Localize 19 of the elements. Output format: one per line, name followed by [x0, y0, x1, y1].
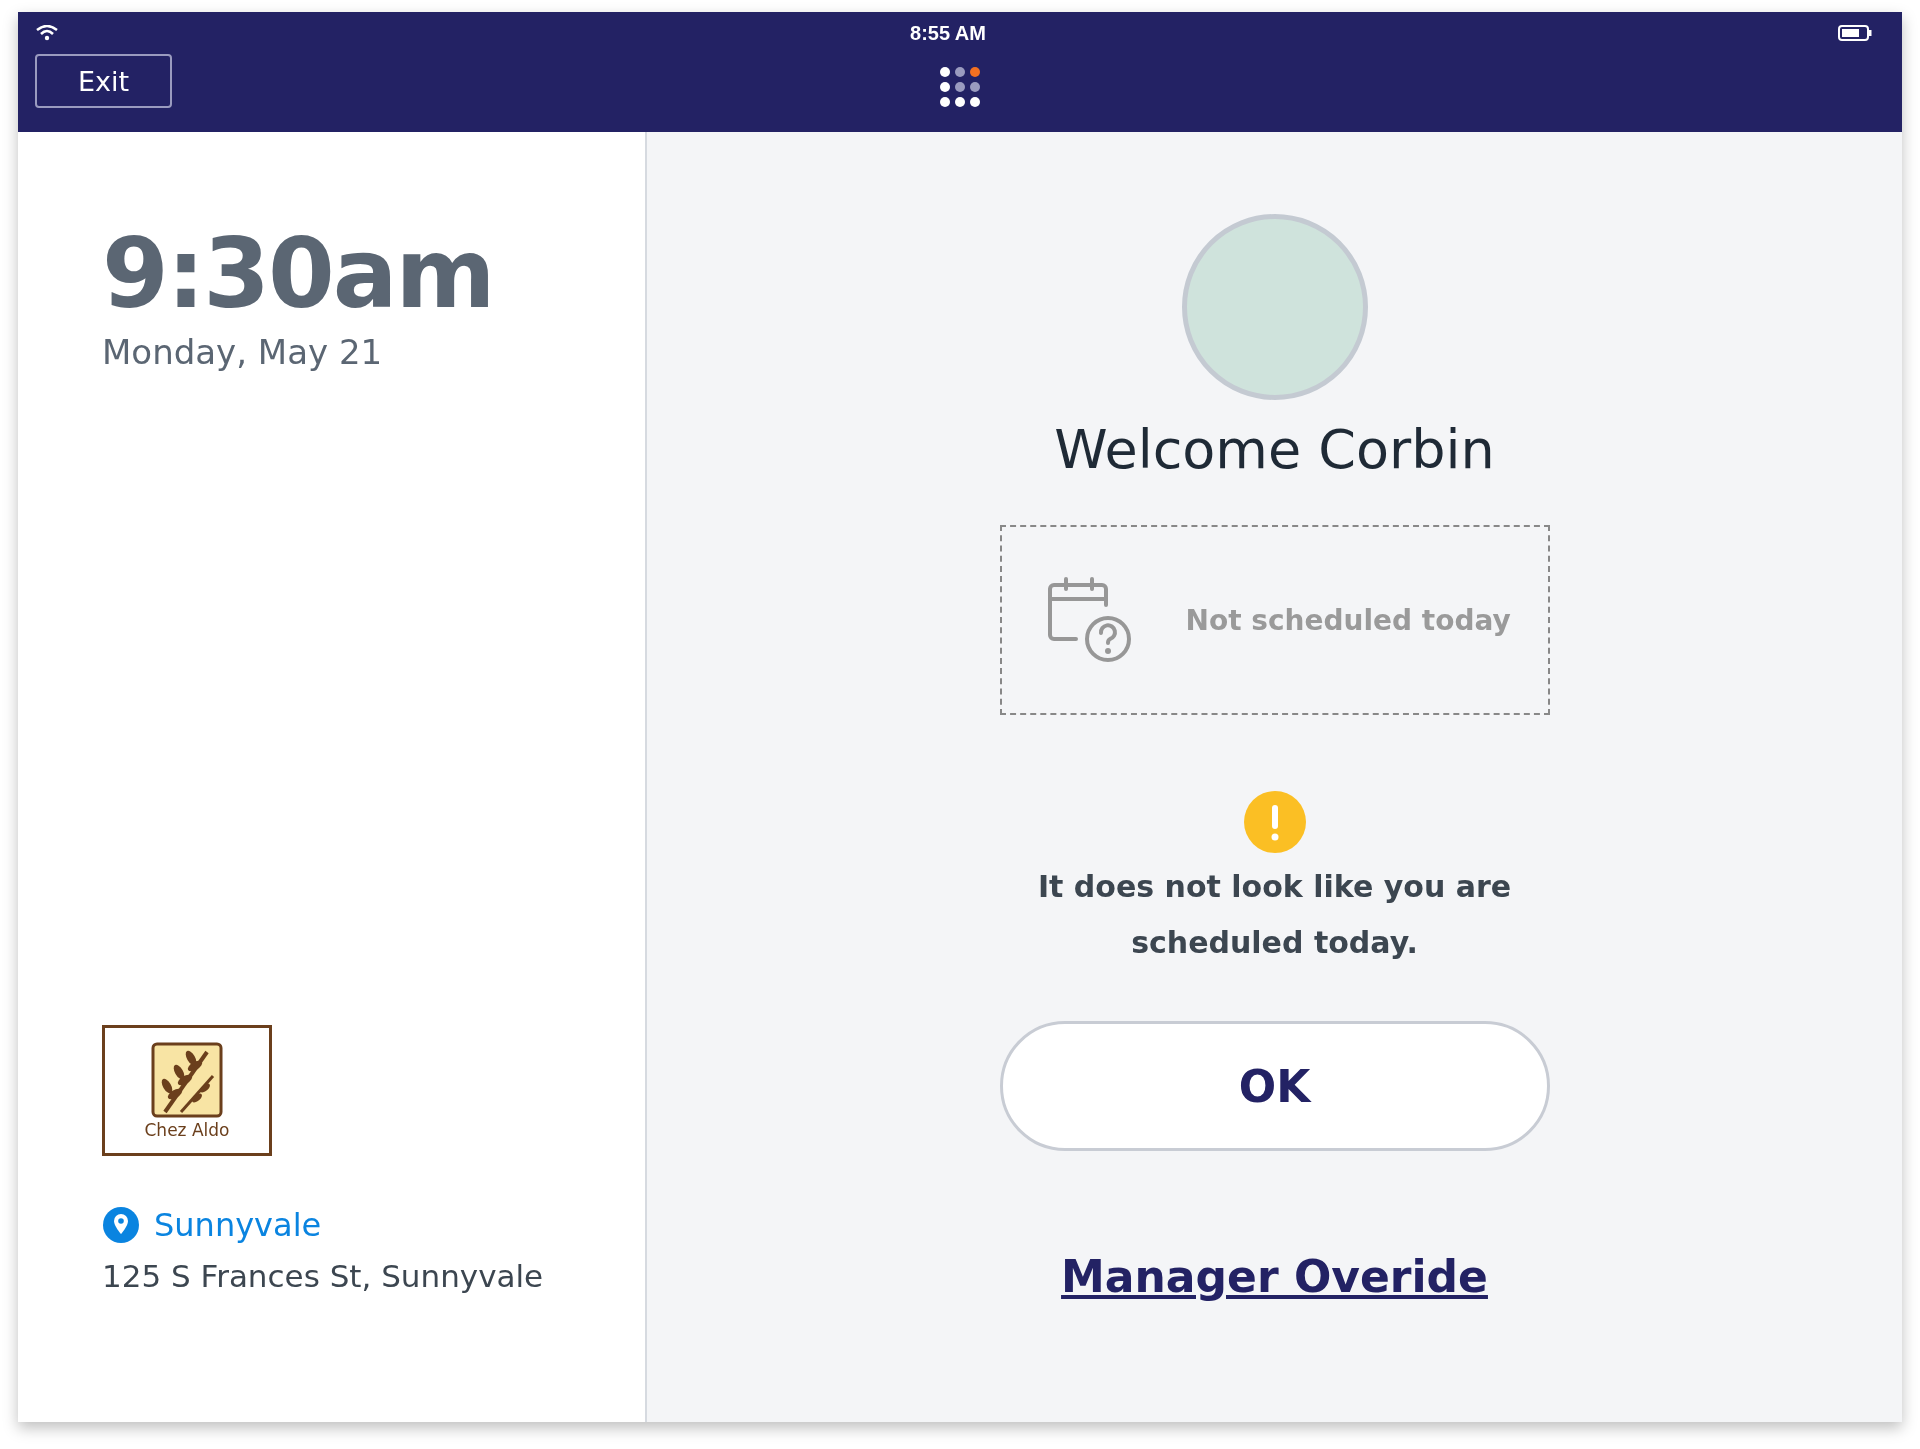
exit-button[interactable]: Exit [35, 54, 172, 108]
location-address: 125 S Frances St, Sunnyvale [102, 1258, 545, 1294]
calendar-question-icon [1045, 577, 1132, 663]
warning-icon [1243, 791, 1306, 853]
welcome-heading: Welcome Corbin [1054, 418, 1495, 481]
location-pin-icon [102, 1206, 140, 1244]
clock-date: Monday, May 21 [102, 331, 384, 372]
ok-button[interactable]: OK [999, 1021, 1550, 1151]
manager-override-link[interactable]: Manager Overide [1061, 1251, 1488, 1302]
wifi-icon [36, 25, 58, 41]
battery-icon [1838, 25, 1872, 41]
logo-text: Chez Aldo [144, 1119, 230, 1140]
schedule-status: Not scheduled today [1185, 603, 1511, 637]
clock-time: 9:30am [102, 222, 495, 328]
location-name[interactable]: Sunnyvale [154, 1206, 322, 1244]
wheat-icon [151, 1041, 223, 1118]
status-time: 8:55 AM [910, 21, 986, 45]
app-grid-icon[interactable] [939, 66, 981, 108]
warning-message: It does not look like you are scheduled today. [1036, 868, 1513, 962]
